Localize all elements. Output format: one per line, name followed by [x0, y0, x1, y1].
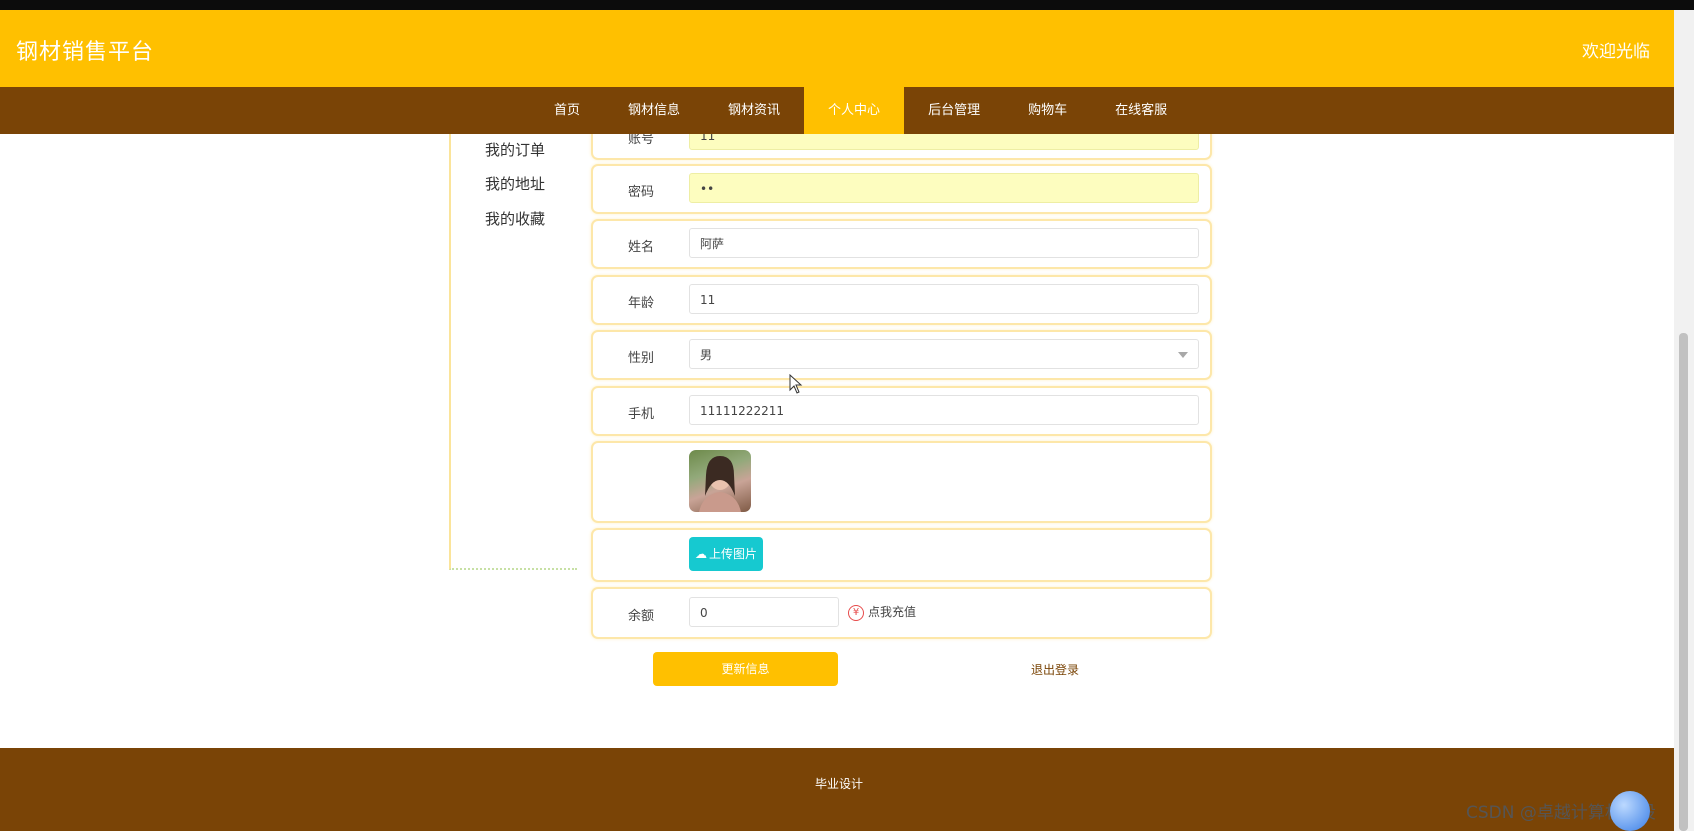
gender-row: 性别 男: [591, 330, 1212, 380]
site-footer: 毕业设计: [0, 748, 1674, 831]
nav-item-cart[interactable]: 购物车: [1004, 87, 1091, 134]
site-header: 钢材销售平台 欢迎光临: [0, 10, 1674, 87]
avatar: [689, 450, 751, 512]
page-scrollbar[interactable]: [1674, 10, 1694, 831]
update-info-button[interactable]: 更新信息: [653, 652, 838, 686]
window-top-bar: [0, 0, 1694, 10]
phone-row: 手机 11111222211: [591, 386, 1212, 436]
nav-item-steel-news[interactable]: 钢材资讯: [704, 87, 804, 134]
age-row: 年龄 11: [591, 275, 1212, 325]
recharge-label: 点我充值: [868, 605, 917, 619]
cloud-upload-icon: ☁: [694, 547, 707, 561]
password-row: 密码 ••: [591, 164, 1212, 214]
nav-item-steel-info[interactable]: 钢材信息: [604, 87, 704, 134]
age-input[interactable]: 11: [689, 284, 1199, 314]
recharge-link[interactable]: ¥ 点我充值: [848, 603, 916, 621]
nav-overlap: 首页 钢材信息 钢材资讯 个人中心 后台管理 购物车 在线客服: [0, 87, 1674, 134]
site-title: 钢材销售平台: [16, 40, 155, 65]
balance-row: 余额 0 ¥ 点我充值: [591, 587, 1212, 639]
chevron-down-icon: [1178, 352, 1188, 358]
balance-label: 余额: [628, 609, 655, 624]
footer-text: 毕业设计: [815, 777, 864, 791]
welcome-text: 欢迎光临: [1582, 42, 1650, 62]
mouse-cursor-icon: [789, 374, 803, 394]
nav-item-personal-center[interactable]: 个人中心: [804, 87, 905, 134]
phone-label: 手机: [628, 407, 655, 422]
logout-link[interactable]: 退出登录: [1031, 661, 1079, 678]
upload-image-label: 上传图片: [708, 547, 757, 561]
upload-image-button[interactable]: ☁ 上传图片: [689, 537, 763, 571]
gender-label: 性别: [628, 351, 655, 366]
floating-assistant-icon[interactable]: [1610, 791, 1650, 831]
gender-selected-value: 男: [700, 348, 713, 362]
name-row: 姓名 阿萨: [591, 219, 1212, 269]
nav-item-home[interactable]: 首页: [530, 87, 604, 134]
balance-input[interactable]: 0: [689, 597, 839, 627]
side-item-my-favorites[interactable]: 我的收藏: [485, 208, 545, 229]
side-item-my-address[interactable]: 我的地址: [485, 173, 545, 194]
avatar-row: [591, 441, 1212, 523]
personal-side-menu: 我的订单 我的地址 我的收藏: [449, 134, 577, 570]
nav-item-admin[interactable]: 后台管理: [904, 87, 1004, 134]
name-input[interactable]: 阿萨: [689, 228, 1199, 258]
phone-input[interactable]: 11111222211: [689, 395, 1199, 425]
gender-select[interactable]: 男: [689, 339, 1199, 369]
age-label: 年龄: [628, 296, 655, 311]
password-input[interactable]: ••: [689, 173, 1199, 203]
password-label: 密码: [628, 185, 655, 200]
name-label: 姓名: [628, 240, 655, 255]
yen-icon: ¥: [848, 604, 864, 621]
upload-row: ☁ 上传图片: [591, 528, 1212, 582]
avatar-image: [699, 456, 741, 512]
scrollbar-thumb[interactable]: [1679, 333, 1688, 831]
nav-item-online-service[interactable]: 在线客服: [1091, 87, 1191, 134]
side-item-my-orders[interactable]: 我的订单: [485, 139, 545, 160]
